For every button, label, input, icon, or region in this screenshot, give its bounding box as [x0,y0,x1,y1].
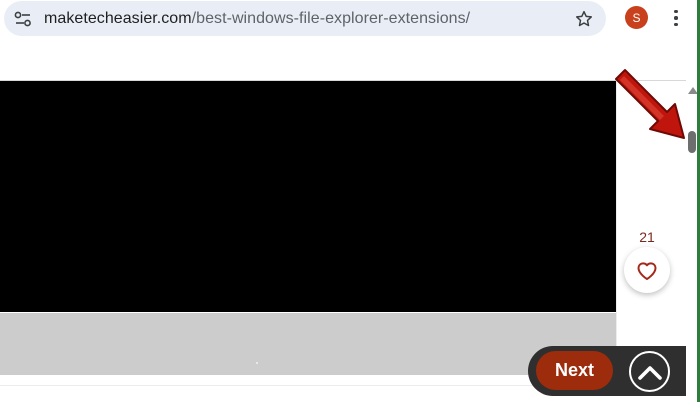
url-path: /best-windows-file-explorer-extensions/ [191,10,471,27]
profile-initial: S [632,10,641,25]
ad-placeholder [0,313,616,375]
next-label: Next [554,360,594,380]
bookmark-button[interactable] [572,7,596,31]
scroll-to-top-button[interactable] [629,351,670,392]
heart-outline-icon [637,262,657,280]
next-article-button[interactable]: Next [536,351,613,390]
browser-window: maketecheasier.com/best-windows-file-exp… [0,0,700,402]
url-text[interactable]: maketecheasier.com/best-windows-file-exp… [44,10,470,28]
url-domain: maketecheasier.com [44,10,192,27]
video-placeholder[interactable] [0,81,616,312]
profile-avatar[interactable]: S [625,6,648,29]
browser-toolbar: maketecheasier.com/best-windows-file-exp… [0,0,700,40]
ad-placeholder-dot [256,362,258,364]
like-button[interactable] [624,247,670,293]
address-bar[interactable]: maketecheasier.com/best-windows-file-exp… [4,1,606,36]
tune-icon [14,11,31,27]
like-count: 21 [639,229,655,245]
chevron-up-icon [637,365,662,380]
annotation-arrow-icon [615,69,685,139]
star-outline-icon [576,10,592,27]
kebab-menu-icon[interactable] [666,6,686,30]
site-info-button[interactable] [10,7,36,31]
